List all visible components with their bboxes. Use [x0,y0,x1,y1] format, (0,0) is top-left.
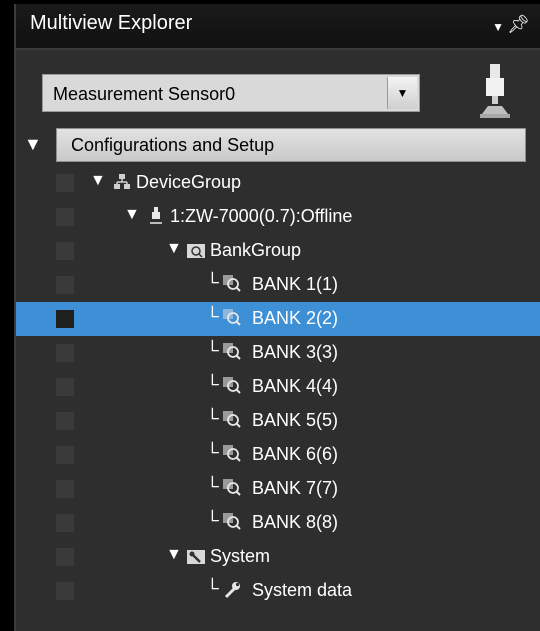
tree-item-label: BANK 7(7) [252,478,339,498]
tree-item-system-data[interactable]: └ System data [16,574,540,608]
expand-arrow-icon[interactable]: ▼ [124,206,140,224]
row-checkbox[interactable] [56,480,74,498]
chevron-down-icon[interactable]: ▼ [387,77,417,109]
row-checkbox[interactable] [56,174,74,192]
tree-root-bar[interactable]: Configurations and Setup [56,128,526,162]
tree-item-bankgroup[interactable]: ▼ BankGroup [16,234,540,268]
magnifier-icon [223,513,241,530]
tree-item-label: System [210,546,271,566]
tree-item-bank-2[interactable]: └ BANK 2(2) [16,302,540,336]
row-checkbox[interactable] [56,446,74,464]
folder-search-icon [187,244,205,258]
tree-branch-icon: └ [206,306,219,326]
tree-branch-icon: └ [206,578,219,598]
row-checkbox[interactable] [56,242,74,260]
tree-item-bank-7[interactable]: └ BANK 7(7) [16,472,540,506]
wrench-icon [224,582,240,599]
row-checkbox[interactable] [56,310,74,328]
tree-branch-icon: └ [206,408,219,428]
expand-arrow-icon[interactable]: ▼ [24,134,42,155]
magnifier-icon [223,411,241,428]
tree-branch-icon: └ [206,510,219,530]
tree-root-label: Configurations and Setup [71,135,275,155]
row-checkbox[interactable] [56,548,74,566]
tree-item-label: 1:ZW-7000(0.7):Offline [170,206,353,226]
magnifier-icon [223,275,241,292]
tree-item-devicegroup[interactable]: ▼ DeviceGroup [16,166,540,200]
magnifier-icon [223,479,241,496]
tree-item-bank-3[interactable]: └ BANK 3(3) [16,336,540,370]
multiview-explorer-panel: Multiview Explorer ▼ 📌︎ Measurement Sens… [14,4,540,631]
row-checkbox[interactable] [56,378,74,396]
magnifier-icon [223,309,241,326]
row-checkbox[interactable] [56,208,74,226]
tree-branch-icon: └ [206,442,219,462]
tree-item-label: BANK 3(3) [252,342,339,362]
row-checkbox[interactable] [56,276,74,294]
panel-titlebar: Multiview Explorer ▼ 📌︎ [16,4,540,50]
magnifier-icon [223,343,241,360]
tree-branch-icon: └ [206,272,219,292]
folder-wrench-icon [187,550,205,564]
expand-arrow-icon[interactable]: ▼ [166,240,182,258]
tree-root-row[interactable]: ▼ Configurations and Setup [16,128,540,162]
magnifier-icon [223,377,241,394]
tree-item-label: BANK 4(4) [252,376,339,396]
sensor-selector-value: Measurement Sensor0 [53,84,236,104]
panel-title: Multiview Explorer [30,12,193,34]
tree-branch-icon: └ [206,476,219,496]
tree-branch-icon: └ [206,374,219,394]
tree-item-label: BANK 5(5) [252,410,339,430]
magnifier-icon [223,445,241,462]
sensor-icon [150,207,162,224]
sensor-selector-dropdown[interactable]: Measurement Sensor0 ▼ [42,74,420,112]
tree-item-bank-6[interactable]: └ BANK 6(6) [16,438,540,472]
tree-item-bank-8[interactable]: └ BANK 8(8) [16,506,540,540]
tree-item-label: BankGroup [210,240,302,260]
window-frame: Multiview Explorer ▼ 📌︎ Measurement Sens… [0,0,540,631]
tree-item-label: System data [252,580,353,600]
expand-arrow-icon[interactable]: ▼ [90,172,106,190]
tree-item-label: DeviceGroup [136,172,242,192]
tree-item-label: BANK 8(8) [252,512,339,532]
tree-item-bank-4[interactable]: └ BANK 4(4) [16,370,540,404]
tree-item-bank-1[interactable]: └ BANK 1(1) [16,268,540,302]
row-checkbox[interactable] [56,412,74,430]
pin-icon[interactable]: 📌︎ [507,14,530,35]
row-checkbox[interactable] [56,582,74,600]
tree-item-label: BANK 1(1) [252,274,339,294]
tree-item-label: BANK 6(6) [252,444,339,464]
row-checkbox[interactable] [56,514,74,532]
tree-item-device[interactable]: ▼ 1:ZW-7000(0.7):Offline [16,200,540,234]
expand-arrow-icon[interactable]: ▼ [166,546,182,564]
sensor-device-icon [480,64,510,118]
row-checkbox[interactable] [56,344,74,362]
tree-item-label: BANK 2(2) [252,308,339,328]
tree-branch-icon: └ [206,340,219,360]
tree-item-bank-5[interactable]: └ BANK 5(5) [16,404,540,438]
panel-menu-icon[interactable]: ▼ [492,20,504,34]
network-icon [114,174,130,189]
tree-item-system[interactable]: ▼ System [16,540,540,574]
